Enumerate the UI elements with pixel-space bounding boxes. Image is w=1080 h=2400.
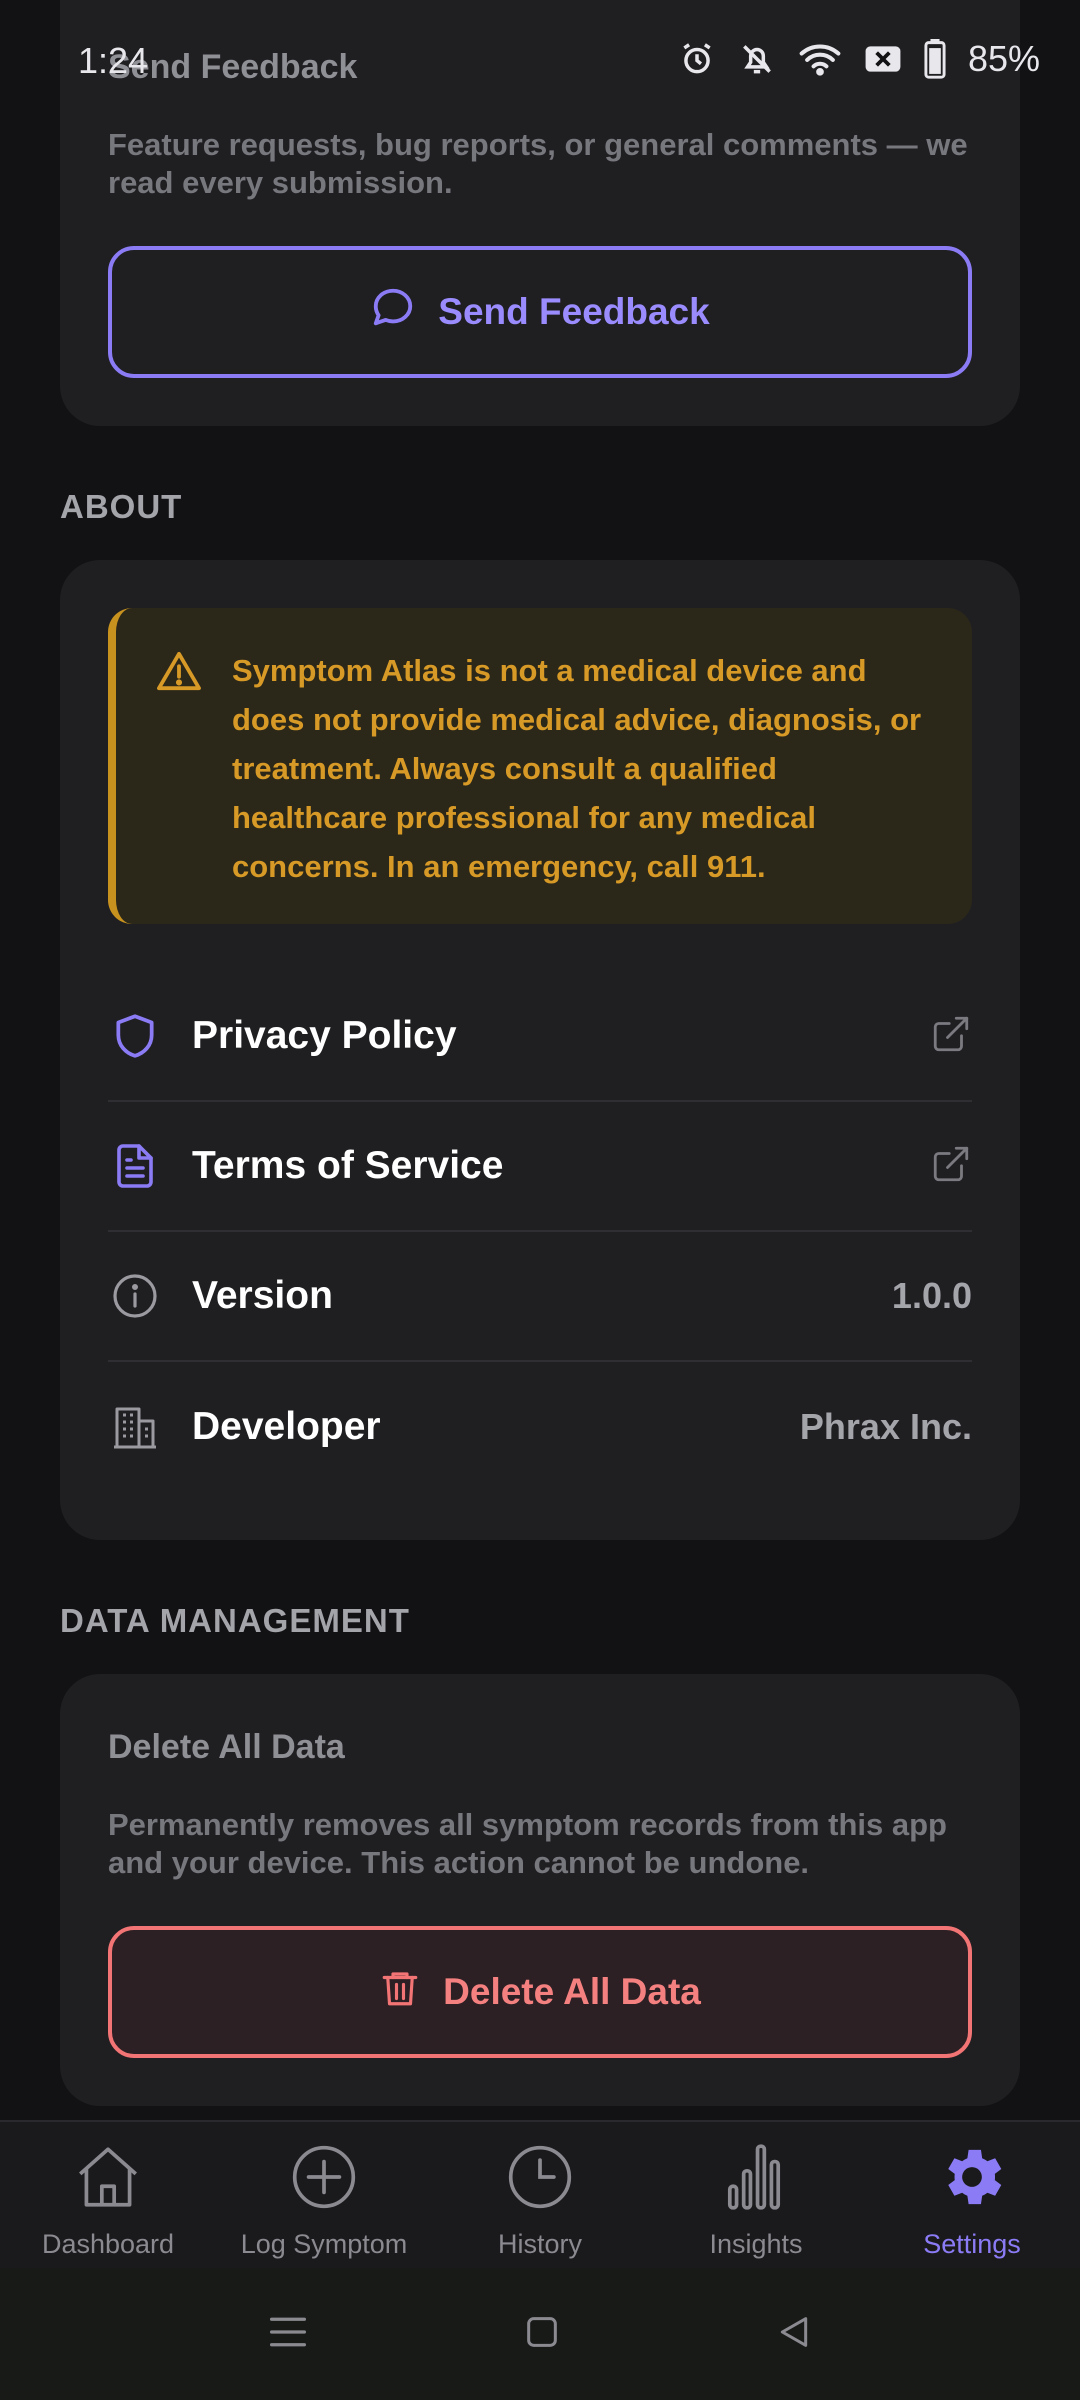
gear-icon: [935, 2140, 1009, 2219]
nav-label-settings: Settings: [923, 2229, 1021, 2259]
shield-icon: [108, 1009, 162, 1063]
external-link-icon: [930, 1013, 972, 1060]
back-button-icon[interactable]: [774, 2312, 814, 2357]
building-icon: [108, 1400, 162, 1454]
about-section-label: ABOUT: [60, 488, 183, 525]
home-button-icon[interactable]: [522, 2312, 562, 2357]
clock-icon: [503, 2140, 577, 2219]
settings-screen: Send Feedback Feature requests, bug repo…: [0, 0, 1080, 2400]
home-icon: [71, 2140, 145, 2219]
trash-icon: [379, 1965, 421, 2020]
delete-all-data-button[interactable]: Delete All Data: [108, 1926, 972, 2058]
data-management-section-label: DATA MANAGEMENT: [60, 1602, 410, 1639]
terms-of-service-row[interactable]: Terms of Service: [108, 1102, 972, 1232]
nav-item-history[interactable]: History: [432, 2122, 648, 2268]
terms-of-service-label: Terms of Service: [192, 1144, 504, 1187]
battery-icon: [924, 39, 946, 79]
battery-percent: 85%: [967, 38, 1040, 79]
bar-chart-icon: [719, 2140, 793, 2219]
nav-item-dashboard[interactable]: Dashboard: [0, 2122, 216, 2268]
nav-label-log-symptom: Log Symptom: [240, 2229, 408, 2259]
nav-label-insights: Insights: [709, 2229, 803, 2259]
send-feedback-button[interactable]: Send Feedback: [108, 246, 972, 378]
system-nav-bar: [0, 2268, 1080, 2400]
external-link-icon: [930, 1143, 972, 1190]
privacy-policy-label: Privacy Policy: [192, 1014, 457, 1057]
version-label: Version: [192, 1274, 333, 1317]
nav-item-log-symptom[interactable]: Log Symptom: [216, 2122, 432, 2268]
info-icon: [108, 1269, 162, 1323]
chat-bubble-icon: [370, 285, 416, 340]
bottom-nav: Dashboard Log Symptom History Insights S…: [0, 2120, 1080, 2268]
status-bar: 1:24 85%: [0, 0, 1080, 120]
delete-all-data-label: Delete All Data: [443, 1971, 701, 2012]
plus-circle-icon: [287, 2140, 361, 2219]
bell-muted-icon: [738, 40, 776, 78]
developer-row: Developer Phrax Inc.: [108, 1362, 972, 1492]
developer-label: Developer: [192, 1405, 381, 1448]
delete-data-title: Delete All Data: [108, 1728, 345, 1766]
wifi-icon: [798, 40, 842, 78]
developer-value: Phrax Inc.: [799, 1406, 972, 1447]
warning-icon: [156, 650, 202, 697]
send-feedback-label: Send Feedback: [438, 291, 710, 332]
alarm-icon: [678, 40, 716, 78]
version-value: 1.0.0: [891, 1275, 972, 1316]
nav-item-insights[interactable]: Insights: [648, 2122, 864, 2268]
delete-data-description: Permanently removes all symptom records …: [108, 1807, 947, 1880]
nav-label-dashboard: Dashboard: [41, 2229, 175, 2259]
medical-disclaimer: Symptom Atlas is not a medical device an…: [108, 608, 972, 924]
data-management-card: Delete All Data Permanently removes all …: [60, 1674, 1020, 2106]
sim-blocked-icon: [864, 43, 902, 75]
version-row: Version 1.0.0: [108, 1232, 972, 1362]
disclaimer-text: Symptom Atlas is not a medical device an…: [232, 653, 922, 884]
nav-item-settings[interactable]: Settings: [864, 2122, 1080, 2268]
nav-label-history: History: [497, 2229, 582, 2259]
about-card: Symptom Atlas is not a medical device an…: [60, 560, 1020, 1540]
document-icon: [108, 1139, 162, 1193]
recents-menu-icon[interactable]: [266, 2312, 310, 2357]
feedback-description: Feature requests, bug reports, or genera…: [108, 127, 968, 200]
privacy-policy-row[interactable]: Privacy Policy: [108, 972, 972, 1102]
status-time: 1:24: [78, 40, 149, 81]
